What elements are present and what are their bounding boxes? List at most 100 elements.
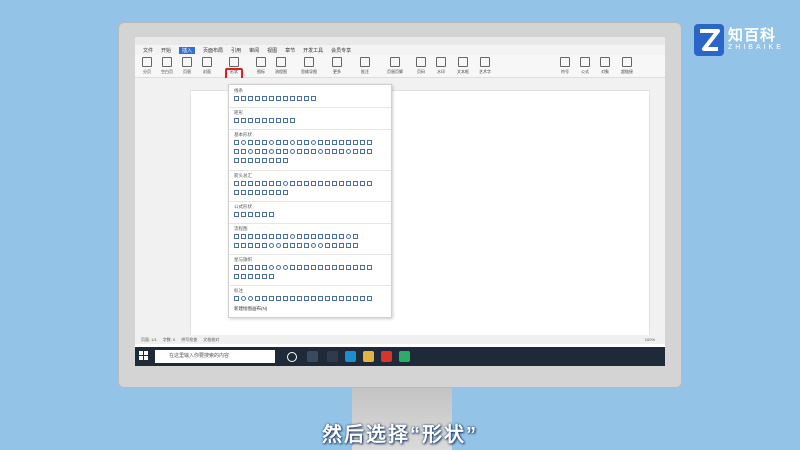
ribbon-button-object[interactable]: 对象 <box>597 57 613 75</box>
ribbon-button-wordart[interactable]: 艺术字 <box>477 57 493 75</box>
watermark-icon <box>436 57 446 67</box>
symbol-icon <box>560 57 570 67</box>
menu-item-references[interactable]: 引用 <box>231 47 241 54</box>
divider <box>229 170 391 171</box>
menu-item-member[interactable]: 会员专享 <box>331 47 351 54</box>
file-explorer-icon[interactable] <box>307 351 318 362</box>
task-view-icon[interactable] <box>287 352 297 362</box>
ribbon-button-cover[interactable]: 封面 <box>199 57 215 75</box>
shape-row-arrows-2[interactable] <box>234 190 288 197</box>
shape-row-formula[interactable] <box>234 212 274 219</box>
shape-row-basic-3[interactable] <box>234 158 288 165</box>
ribbon-button-mindmap[interactable]: 思维导图 <box>301 57 317 75</box>
flowchart-icon <box>276 57 286 67</box>
wechat-icon[interactable] <box>399 351 410 362</box>
wps-icon[interactable] <box>381 351 392 362</box>
wordart-icon <box>480 57 490 67</box>
section-label-basic: 基本形状 <box>234 132 252 137</box>
mindmap-icon <box>304 57 314 67</box>
divider <box>229 201 391 202</box>
ribbon-button-hyperlink[interactable]: 超链接 <box>619 57 635 75</box>
ribbon-button-page-break[interactable]: 分页 <box>139 57 155 75</box>
screen: 文件 开始 插入 页面布局 引用 审阅 视图 章节 开发工具 会员专享 分页 空… <box>135 37 665 366</box>
page-break-icon <box>142 57 152 67</box>
section-label-formula: 公式形状 <box>234 204 252 209</box>
ribbon-button-symbol[interactable]: 符号 <box>557 57 573 75</box>
shape-row-basic-1[interactable] <box>234 140 372 147</box>
blank-page-icon <box>162 57 172 67</box>
ribbon-toolbar: 分页 空白页 页眉 封面 形状 图标 流程图 思维导图 更多 批注 页眉页脚 页… <box>135 55 665 92</box>
divider <box>229 129 391 130</box>
menu-bar: 文件 开始 插入 页面布局 引用 审阅 视图 章节 开发工具 会员专享 <box>135 45 665 55</box>
logo-title: 知百科 <box>728 27 777 44</box>
icon-library-icon <box>256 57 266 67</box>
formula-icon <box>580 57 590 67</box>
status-words: 字数: 0 <box>162 336 176 342</box>
hyperlink-icon <box>622 57 632 67</box>
section-label-stars: 星与旗帜 <box>234 257 252 262</box>
new-drawing-canvas-item[interactable]: 新建绘图画布(N) <box>234 306 267 312</box>
divider <box>229 223 391 224</box>
section-label-lines: 线条 <box>234 88 243 93</box>
zhibaike-logo: 知百科 ZHIBAIKE <box>694 24 794 62</box>
logo-subtitle: ZHIBAIKE <box>728 44 784 51</box>
ribbon-button-header-footer[interactable]: 页眉页脚 <box>387 57 403 75</box>
section-label-arrows: 箭头总汇 <box>234 173 252 178</box>
menu-item-home[interactable]: 开始 <box>161 47 171 54</box>
divider <box>229 285 391 286</box>
more-icon <box>332 57 342 67</box>
edge-browser-icon[interactable] <box>345 351 356 362</box>
shapes-icon <box>229 57 239 67</box>
taskbar-search-input[interactable]: 在这里输入你要搜索的内容 <box>155 350 275 363</box>
shape-row-arrows-1[interactable] <box>234 181 372 188</box>
zhibaike-logo-mark <box>694 24 724 56</box>
ribbon-button-page-number[interactable]: 页码 <box>413 57 429 75</box>
status-page: 页面: 1/1 <box>141 336 157 342</box>
windows-start-icon[interactable] <box>139 351 149 361</box>
menu-item-view[interactable]: 视图 <box>267 47 277 54</box>
shape-row-flowchart-1[interactable] <box>234 234 358 241</box>
status-doc-check[interactable]: 文档校对 <box>203 337 219 343</box>
ribbon-button-flowchart[interactable]: 流程图 <box>273 57 289 75</box>
section-label-callouts: 标注 <box>234 288 243 293</box>
folder-icon[interactable] <box>363 351 374 362</box>
object-icon <box>600 57 610 67</box>
ribbon-button-blank-page[interactable]: 空白页 <box>159 57 175 75</box>
shape-row-lines[interactable] <box>234 96 316 103</box>
menu-item-review[interactable]: 审阅 <box>249 47 259 54</box>
shape-row-stars-1[interactable] <box>234 265 372 272</box>
shape-row-stars-2[interactable] <box>234 274 274 281</box>
comment-icon <box>360 57 370 67</box>
textbox-icon <box>458 57 468 67</box>
shape-row-flowchart-2[interactable] <box>234 243 358 250</box>
ribbon-button-textbox[interactable]: 文本框 <box>455 57 471 75</box>
ribbon-button-formula[interactable]: 公式 <box>577 57 593 75</box>
shape-row-callouts[interactable] <box>234 296 372 303</box>
divider <box>229 254 391 255</box>
status-spell-check[interactable]: 拼写检查 <box>181 337 197 343</box>
menu-item-layout[interactable]: 页面布局 <box>203 47 223 54</box>
header-icon <box>182 57 192 67</box>
ribbon-button-header[interactable]: 页眉 <box>179 57 195 75</box>
menu-item-developer[interactable]: 开发工具 <box>303 47 323 54</box>
shapes-dropdown: 线条 矩形 基本形状 箭头总汇 公式形状 流程图 星与旗帜 标注 新建绘图画布(… <box>228 84 392 318</box>
menu-item-chapter[interactable]: 章节 <box>285 47 295 54</box>
section-label-flowchart: 流程图 <box>234 226 248 231</box>
shape-row-rect[interactable] <box>234 118 295 125</box>
page-number-icon <box>416 57 426 67</box>
menu-item-file[interactable]: 文件 <box>143 47 153 54</box>
shape-row-basic-2[interactable] <box>234 149 372 156</box>
app-icon[interactable] <box>327 351 338 362</box>
ribbon-button-icons[interactable]: 图标 <box>253 57 269 75</box>
title-bar <box>135 37 665 45</box>
divider <box>229 107 391 108</box>
taskbar: 在这里输入你要搜索的内容 <box>135 347 665 366</box>
status-bar: 页面: 1/1 字数: 0 拼写检查 文档校对 100% <box>135 335 665 344</box>
ribbon-button-watermark[interactable]: 水印 <box>433 57 449 75</box>
ribbon-button-comment[interactable]: 批注 <box>357 57 373 75</box>
status-zoom[interactable]: 100% <box>645 337 655 342</box>
cover-icon <box>202 57 212 67</box>
ribbon-button-more[interactable]: 更多 <box>329 57 345 75</box>
video-caption: 然后选择“形状” <box>322 424 478 446</box>
menu-item-insert[interactable]: 插入 <box>179 46 196 54</box>
